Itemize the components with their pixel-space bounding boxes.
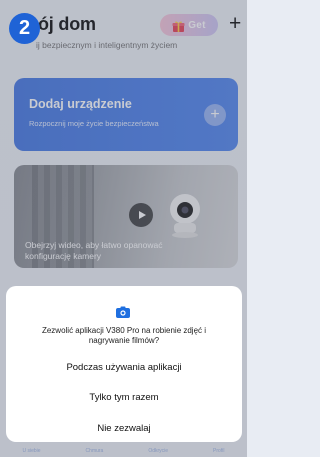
permission-message: Zezwolić aplikacji V380 Pro na robienie … <box>41 326 207 345</box>
camera-permission-icon <box>116 306 130 318</box>
allow-while-using-button[interactable]: Podczas używania aplikacji <box>6 362 242 373</box>
deny-button[interactable]: Nie zezwalaj <box>6 423 242 434</box>
nav-profile[interactable]: Profil <box>213 448 224 457</box>
allow-once-button[interactable]: Tylko tym razem <box>6 392 242 403</box>
nav-discover[interactable]: Odkrycie <box>148 448 168 457</box>
nav-home[interactable]: U siebie <box>22 448 40 457</box>
bottom-navigation: U siebie Chmura Odkrycie Profil <box>0 448 247 457</box>
app-screen: 2 ój dom ij bezpiecznym i inteligentnym … <box>0 0 247 457</box>
permission-dialog: Zezwolić aplikacji V380 Pro na robienie … <box>6 286 242 442</box>
step-number-badge: 2 <box>9 13 40 44</box>
nav-cloud[interactable]: Chmura <box>86 448 104 457</box>
